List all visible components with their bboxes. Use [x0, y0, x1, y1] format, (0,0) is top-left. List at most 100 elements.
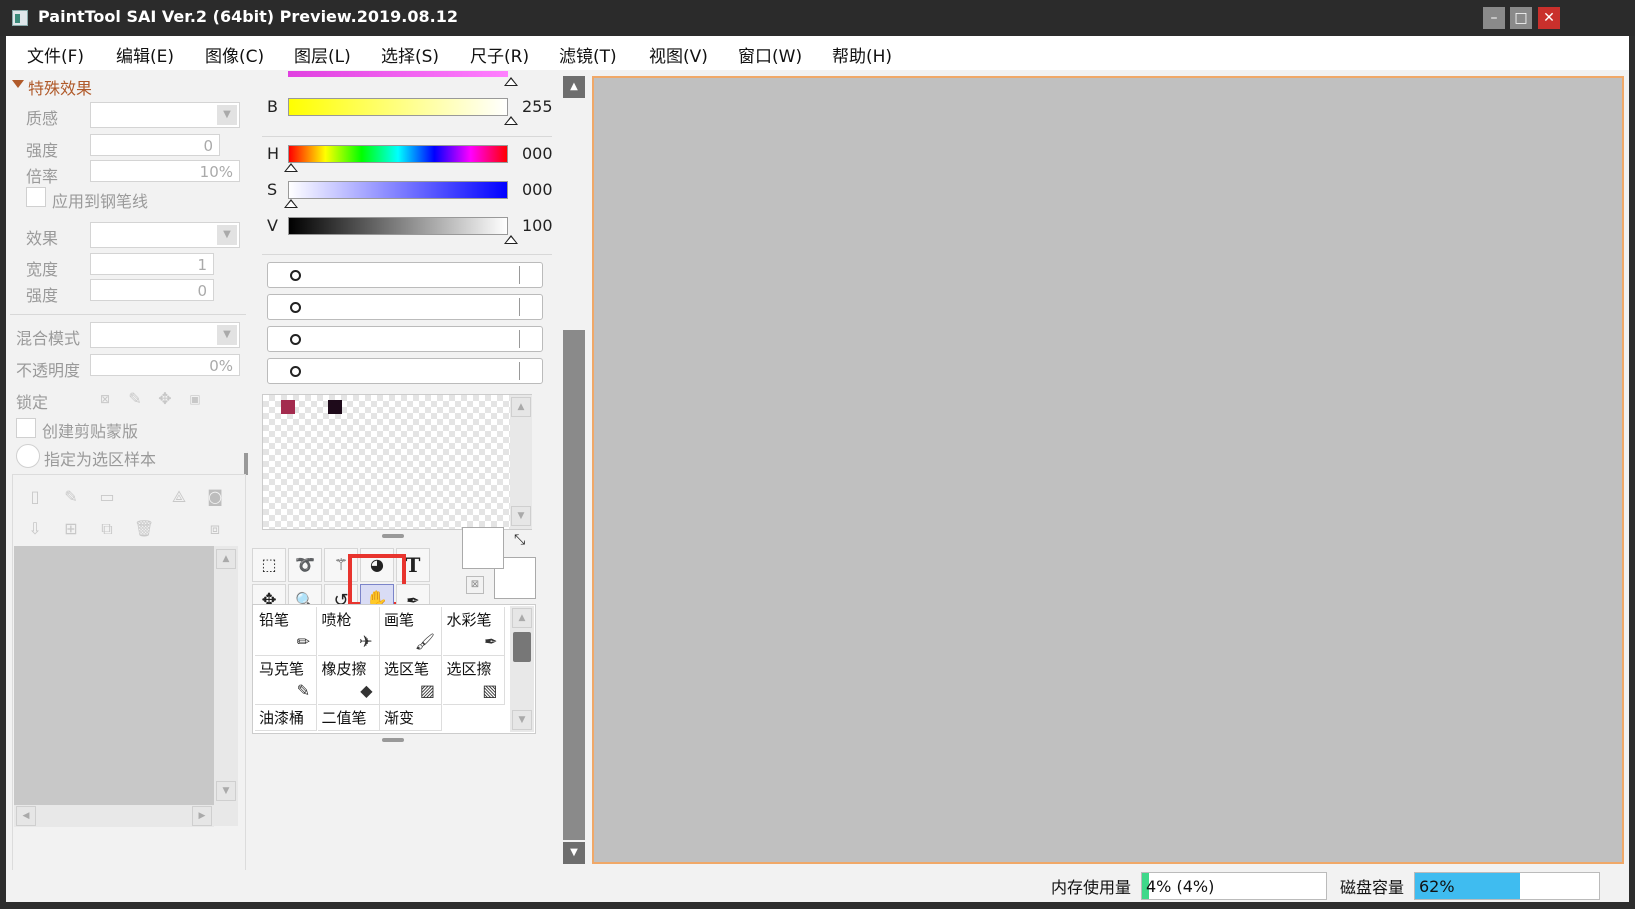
slider-knob[interactable] — [290, 334, 301, 345]
swatch-2[interactable] — [328, 400, 342, 414]
brush-selection-eraser[interactable]: 选区擦 ▧ — [442, 656, 505, 705]
s-slider[interactable] — [288, 181, 508, 199]
h-marker[interactable] — [284, 163, 298, 172]
mask-icon[interactable]: ◙ — [206, 488, 224, 506]
merge-icon[interactable]: ⧉ — [98, 520, 116, 538]
scroll-down-icon[interactable]: ▼ — [216, 781, 236, 801]
v-marker[interactable] — [504, 235, 518, 244]
scroll-up-icon[interactable]: ▲ — [563, 76, 585, 98]
blend-mode-dropdown[interactable]: ▼ — [90, 322, 240, 348]
swatch-1[interactable] — [281, 400, 295, 414]
effect-dropdown[interactable]: ▼ — [90, 222, 240, 248]
v-slider[interactable] — [288, 217, 508, 235]
disk-label: 磁盘容量 — [1340, 878, 1405, 897]
strength-field[interactable]: 0 — [90, 134, 220, 156]
brush-tool-9[interactable]: 二值笔 — [317, 705, 380, 731]
lasso-icon[interactable]: ➰ — [288, 548, 322, 582]
menu-file[interactable]: 文件(F) — [27, 42, 84, 67]
brush-airbrush[interactable]: 喷枪 ✈ — [317, 607, 380, 656]
scroll-right-icon[interactable]: ▶ — [192, 806, 212, 826]
apply-pen-checkbox[interactable] — [26, 187, 46, 207]
scroll-down-icon[interactable]: ▼ — [563, 842, 585, 864]
layer-list[interactable] — [14, 546, 214, 826]
menu-view[interactable]: 视图(V) — [649, 42, 708, 67]
width-field[interactable]: 1 — [90, 253, 214, 275]
swap-colors-icon[interactable]: ⤡ — [514, 532, 525, 548]
menu-window[interactable]: 窗口(W) — [738, 42, 802, 67]
s-marker[interactable] — [284, 199, 298, 208]
h-slider[interactable] — [288, 145, 508, 163]
menu-filter[interactable]: 滤镜(T) — [559, 42, 617, 67]
new-layer-icon[interactable]: ▯ — [26, 488, 44, 506]
brush-eraser[interactable]: 橡皮擦 ◆ — [317, 656, 380, 705]
b-label: B — [267, 97, 278, 116]
eraser-icon: ◆ — [360, 681, 373, 700]
lock-all-icon[interactable]: ▣ — [186, 390, 204, 408]
menu-image[interactable]: 图像(C) — [205, 42, 264, 67]
lock-move-icon[interactable]: ✥ — [156, 390, 174, 408]
layer-list-hscrollbar[interactable] — [14, 805, 214, 827]
minimize-button[interactable]: – — [1483, 7, 1505, 29]
b-slider[interactable] — [288, 98, 508, 116]
new-linework-layer-icon[interactable]: ✎ — [62, 488, 80, 506]
close-button[interactable]: ✕ — [1538, 7, 1560, 29]
texture-dropdown[interactable]: ▼ — [90, 102, 240, 128]
primary-color-swatch[interactable] — [462, 527, 504, 569]
panel-resize-handle[interactable] — [244, 453, 248, 475]
scroll-down-icon[interactable]: ▼ — [511, 506, 531, 526]
brush-watercolor[interactable]: 水彩笔 ✒ — [442, 607, 505, 656]
scroll-thumb[interactable] — [563, 330, 585, 840]
color-mix-slider-2[interactable] — [267, 294, 543, 320]
b-marker[interactable] — [504, 116, 518, 125]
menu-ruler[interactable]: 尺子(R) — [470, 42, 529, 67]
slider-knob[interactable] — [290, 270, 301, 281]
swatch-area[interactable] — [262, 394, 532, 530]
scroll-left-icon[interactable]: ◀ — [16, 806, 36, 826]
brush-marker[interactable]: 马克笔 ✎ — [255, 656, 317, 705]
resize-grip[interactable] — [382, 534, 404, 538]
resize-grip[interactable] — [382, 738, 404, 742]
layer-effect-icon[interactable]: ⟁ — [170, 488, 188, 506]
g-marker[interactable] — [504, 77, 518, 86]
selection-source-label: 指定为选区样本 — [44, 450, 157, 469]
brush-pencil[interactable]: 铅笔 ✏ — [255, 607, 317, 656]
color-mix-slider-3[interactable] — [267, 326, 543, 352]
scroll-up-icon[interactable]: ▲ — [216, 549, 236, 569]
opacity-field[interactable]: 0% — [90, 354, 240, 376]
brush-tool-10[interactable]: 渐变 — [380, 705, 442, 731]
transparent-color-icon[interactable]: ⊠ — [466, 576, 484, 594]
new-folder-icon[interactable]: ▭ — [98, 488, 116, 506]
color-mix-slider-1[interactable] — [267, 262, 543, 288]
scroll-up-icon[interactable]: ▲ — [512, 608, 532, 628]
collapse-arrow-icon[interactable] — [12, 80, 24, 88]
brush-brush[interactable]: 画笔 🖌 — [380, 607, 442, 656]
g-bar[interactable] — [288, 71, 508, 77]
scroll-down-icon[interactable]: ▼ — [512, 710, 532, 730]
slider-knob[interactable] — [290, 302, 301, 313]
slider-knob[interactable] — [290, 366, 301, 377]
menu-layer[interactable]: 图层(L) — [294, 42, 351, 67]
trash-icon[interactable]: 🗑 — [134, 520, 154, 538]
move-down-icon[interactable]: ⇩ — [26, 520, 44, 538]
lock-transparency-icon[interactable]: ⊠ — [96, 390, 114, 408]
maximize-button[interactable]: □ — [1510, 7, 1532, 29]
selection-source-radio[interactable] — [16, 444, 40, 468]
scroll-thumb[interactable] — [513, 632, 531, 662]
rect-select-icon[interactable]: ⬚ — [252, 548, 286, 582]
menu-help[interactable]: 帮助(H) — [832, 42, 892, 67]
menu-edit[interactable]: 编辑(E) — [116, 42, 174, 67]
flatten-icon[interactable]: ⧈ — [206, 520, 224, 538]
color-mix-slider-4[interactable] — [267, 358, 543, 384]
section-title[interactable]: 特殊效果 — [28, 75, 92, 99]
add-layer-icon[interactable]: ⊞ — [62, 520, 80, 538]
clipping-mask-checkbox[interactable] — [16, 418, 36, 438]
strength2-field[interactable]: 0 — [90, 279, 214, 301]
lock-paint-icon[interactable]: ✎ — [126, 390, 144, 408]
canvas-area[interactable] — [592, 76, 1624, 864]
scroll-up-icon[interactable]: ▲ — [511, 397, 531, 417]
lock-label: 锁定 — [16, 393, 49, 412]
brush-selection-pen[interactable]: 选区笔 ▨ — [380, 656, 442, 705]
menu-select[interactable]: 选择(S) — [381, 42, 439, 67]
brush-tool-8[interactable]: 油漆桶 — [255, 705, 317, 731]
ratio-field[interactable]: 10% — [90, 160, 240, 182]
